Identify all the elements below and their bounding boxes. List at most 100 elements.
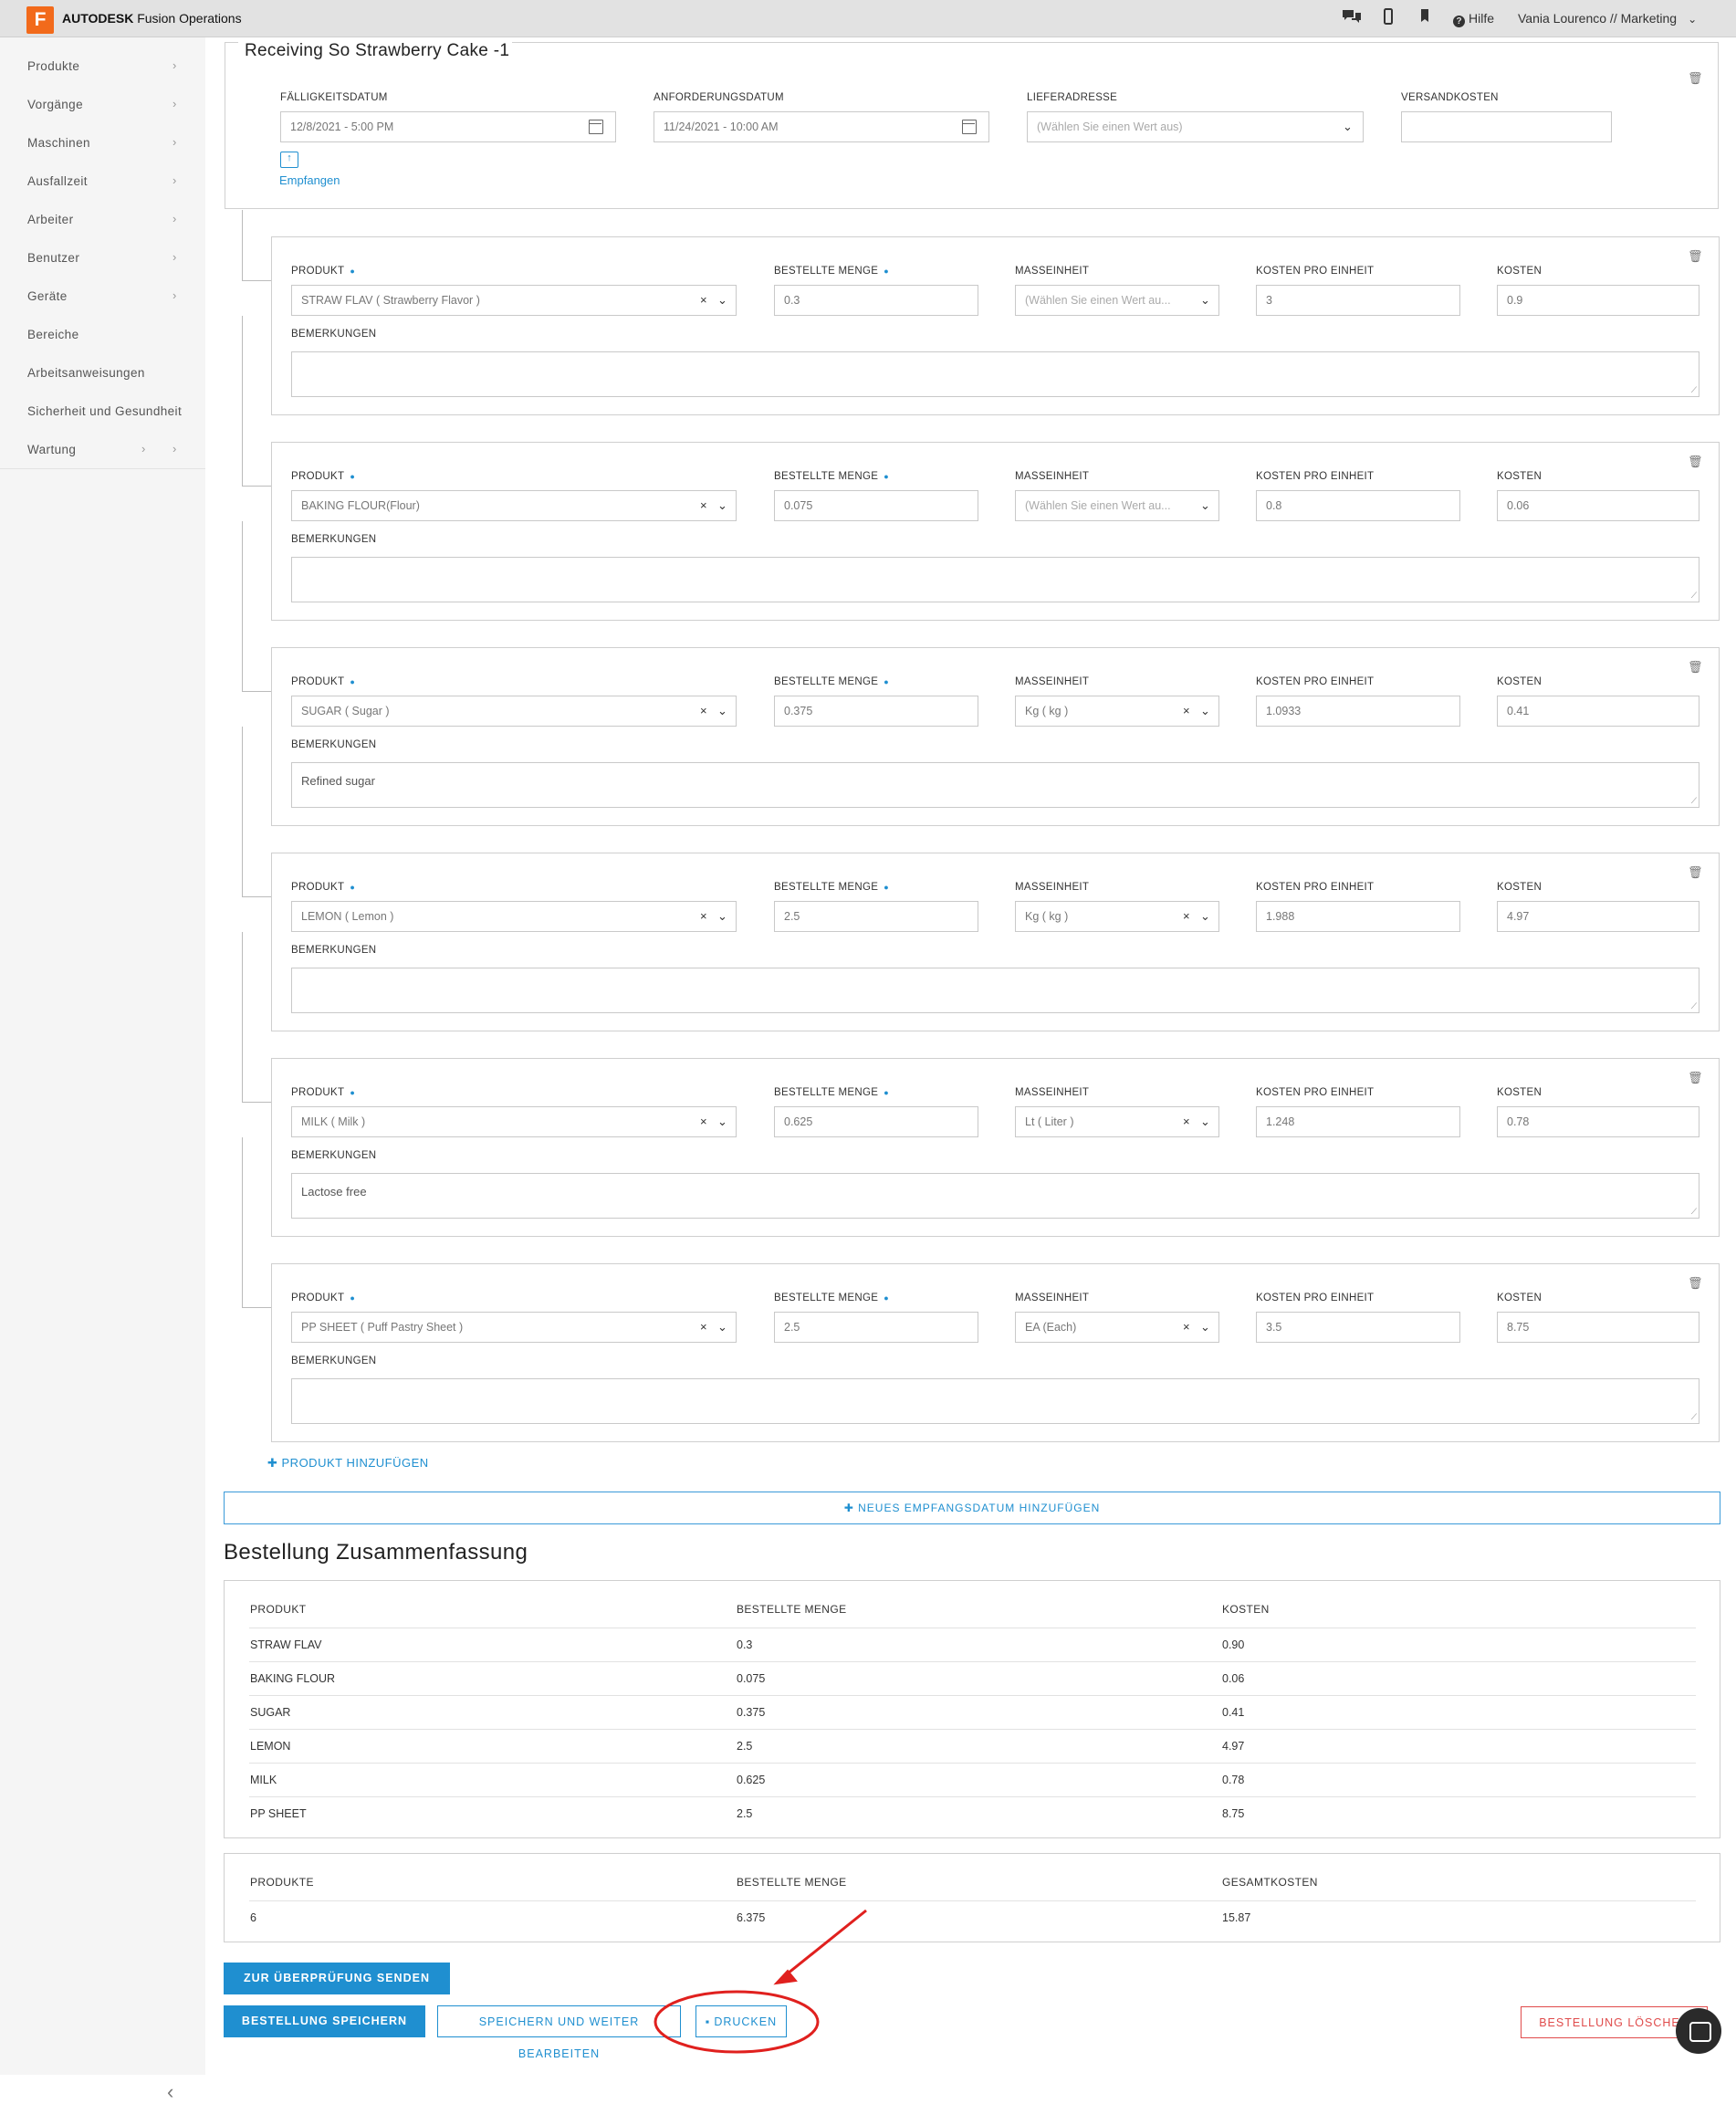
row-divider <box>249 1695 1696 1696</box>
clear-icon[interactable]: × <box>700 491 707 520</box>
cost-input[interactable]: 0.06 <box>1497 490 1699 521</box>
unit-cost-input[interactable]: 1.0933 <box>1256 696 1460 727</box>
clear-icon[interactable]: × <box>700 1107 707 1136</box>
qty-input[interactable]: 0.3 <box>774 285 978 316</box>
clear-icon[interactable]: × <box>700 696 707 726</box>
cost-label: KOSTEN <box>1497 471 1543 482</box>
unit-select[interactable]: Kg ( kg ) × ⌄ <box>1015 901 1219 932</box>
due-date-input[interactable]: 12/8/2021 - 5:00 PM <box>280 111 616 142</box>
submit-review-button[interactable]: ZUR ÜBERPRÜFUNG SENDEN <box>224 1963 450 1994</box>
chat-support-icon[interactable] <box>1676 2008 1721 2054</box>
calendar-icon[interactable] <box>589 120 603 134</box>
cost-input[interactable]: 0.78 <box>1497 1106 1699 1137</box>
clear-icon[interactable]: × <box>1183 1107 1190 1136</box>
remarks-textarea[interactable]: ⟋ <box>291 1378 1699 1424</box>
sidebar-item-arbeiter[interactable]: Arbeiter › <box>0 201 205 239</box>
product-label: PRODUKT ● <box>291 676 356 687</box>
qty-value: 2.5 <box>784 1321 800 1334</box>
save-order-button[interactable]: BESTELLUNG SPEICHERN <box>224 2005 425 2037</box>
cost-input[interactable]: 0.9 <box>1497 285 1699 316</box>
remarks-textarea[interactable]: Lactose free ⟋ <box>291 1173 1699 1219</box>
unit-select[interactable]: EA (Each) × ⌄ <box>1015 1312 1219 1343</box>
shipping-cost-input[interactable] <box>1401 111 1612 142</box>
qty-input[interactable]: 0.625 <box>774 1106 978 1137</box>
total-cost: 15.87 <box>1222 1911 1251 1924</box>
sidebar-item-label: Produkte <box>27 59 80 73</box>
delete-line-icon[interactable]: 🗑 <box>1688 249 1703 264</box>
remarks-textarea[interactable]: ⟋ <box>291 351 1699 397</box>
add-receiving-date-button[interactable]: ✚ NEUES EMPFANGSDATUM HINZUFÜGEN <box>224 1492 1720 1524</box>
clear-icon[interactable]: × <box>700 1313 707 1342</box>
clear-icon[interactable]: × <box>700 286 707 315</box>
product-select[interactable]: LEMON ( Lemon ) × ⌄ <box>291 901 737 932</box>
add-product-link[interactable]: ✚ PRODUKT HINZUFÜGEN <box>267 1456 429 1471</box>
qty-value: 0.3 <box>784 294 800 307</box>
cost-input[interactable]: 0.41 <box>1497 696 1699 727</box>
clear-icon[interactable]: × <box>1183 1313 1190 1342</box>
sidebar-item-bereiche[interactable]: Bereiche <box>0 316 205 354</box>
cell-qty: 2.5 <box>737 1740 753 1753</box>
sidebar-item-sicherheit[interactable]: Sicherheit und Gesundheit <box>0 393 205 431</box>
cell-product: STRAW FLAV <box>250 1638 322 1651</box>
help-link[interactable]: ? Hilfe <box>1453 11 1494 27</box>
sidebar-item-produkte[interactable]: Produkte › <box>0 47 205 86</box>
qty-input[interactable]: 2.5 <box>774 901 978 932</box>
unit-select[interactable]: Lt ( Liter ) × ⌄ <box>1015 1106 1219 1137</box>
resize-handle-icon: ⟋ <box>1690 1001 1697 1010</box>
user-menu[interactable]: Vania Lourenco // Marketing ⌄ <box>1518 11 1697 26</box>
unit-cost-input[interactable]: 3.5 <box>1256 1312 1460 1343</box>
cost-input[interactable]: 4.97 <box>1497 901 1699 932</box>
mobile-icon[interactable] <box>1384 8 1393 29</box>
product-select[interactable]: MILK ( Milk ) × ⌄ <box>291 1106 737 1137</box>
unit-select[interactable]: (Wählen Sie einen Wert au... ⌄ <box>1015 490 1219 521</box>
sidebar-item-geraete[interactable]: Geräte › <box>0 277 205 316</box>
delete-line-icon[interactable]: 🗑 <box>1688 660 1703 675</box>
unit-cost-input[interactable]: 3 <box>1256 285 1460 316</box>
cost-value: 0.78 <box>1507 1115 1530 1128</box>
bookmark-icon[interactable] <box>1420 8 1429 27</box>
cost-input[interactable]: 8.75 <box>1497 1312 1699 1343</box>
sidebar-item-maschinen[interactable]: Maschinen › <box>0 124 205 162</box>
cell-product: LEMON <box>250 1740 291 1753</box>
sidebar-item-wartung[interactable]: Wartung › › <box>0 431 205 469</box>
remarks-textarea[interactable]: ⟋ <box>291 968 1699 1013</box>
unit-cost-input[interactable]: 0.8 <box>1256 490 1460 521</box>
sidebar-item-arbeitsanweisungen[interactable]: Arbeitsanweisungen <box>0 354 205 393</box>
clear-icon[interactable]: × <box>1183 696 1190 726</box>
delete-line-icon[interactable]: 🗑 <box>1688 1276 1703 1291</box>
unit-cost-input[interactable]: 1.248 <box>1256 1106 1460 1137</box>
delete-line-icon[interactable]: 🗑 <box>1688 865 1703 880</box>
remarks-textarea[interactable]: ⟋ <box>291 557 1699 602</box>
unit-select[interactable]: (Wählen Sie einen Wert au... ⌄ <box>1015 285 1219 316</box>
qty-input[interactable]: 2.5 <box>774 1312 978 1343</box>
delete-receiving-icon[interactable]: 🗑 <box>1688 71 1703 86</box>
receive-icon[interactable]: ↑ <box>280 152 298 168</box>
qty-input[interactable]: 0.075 <box>774 490 978 521</box>
request-date-input[interactable]: 11/24/2021 - 10:00 AM <box>654 111 989 142</box>
product-select[interactable]: STRAW FLAV ( Strawberry Flavor ) × ⌄ <box>291 285 737 316</box>
sidebar-item-ausfallzeit[interactable]: Ausfallzeit › <box>0 162 205 201</box>
clear-icon[interactable]: × <box>700 902 707 931</box>
chat-icon[interactable] <box>1342 8 1362 29</box>
qty-input[interactable]: 0.375 <box>774 696 978 727</box>
collapse-sidebar-icon[interactable]: ‹ <box>167 2080 173 2104</box>
delete-line-icon[interactable]: 🗑 <box>1688 455 1703 469</box>
delete-line-icon[interactable]: 🗑 <box>1688 1071 1703 1085</box>
unit-select[interactable]: Kg ( kg ) × ⌄ <box>1015 696 1219 727</box>
cell-cost: 0.41 <box>1222 1706 1245 1719</box>
clear-icon[interactable]: × <box>1183 902 1190 931</box>
receive-link[interactable]: Empfangen <box>279 173 340 187</box>
unit-cost-input[interactable]: 1.988 <box>1256 901 1460 932</box>
user-name: Vania Lourenco // Marketing <box>1518 11 1678 26</box>
tree-line <box>242 896 271 897</box>
sidebar-item-vorgaenge[interactable]: Vorgänge › <box>0 86 205 124</box>
sidebar-item-benutzer[interactable]: Benutzer › <box>0 239 205 277</box>
unit-value: EA (Each) <box>1025 1321 1077 1334</box>
address-select[interactable]: (Wählen Sie einen Wert aus) ⌄ <box>1027 111 1364 142</box>
product-select[interactable]: SUGAR ( Sugar ) × ⌄ <box>291 696 737 727</box>
product-select[interactable]: BAKING FLOUR(Flour) × ⌄ <box>291 490 737 521</box>
product-select[interactable]: PP SHEET ( Puff Pastry Sheet ) × ⌄ <box>291 1312 737 1343</box>
remarks-textarea[interactable]: Refined sugar ⟋ <box>291 762 1699 808</box>
calendar-icon[interactable] <box>962 120 977 134</box>
product-label: PRODUKT ● <box>291 471 356 482</box>
